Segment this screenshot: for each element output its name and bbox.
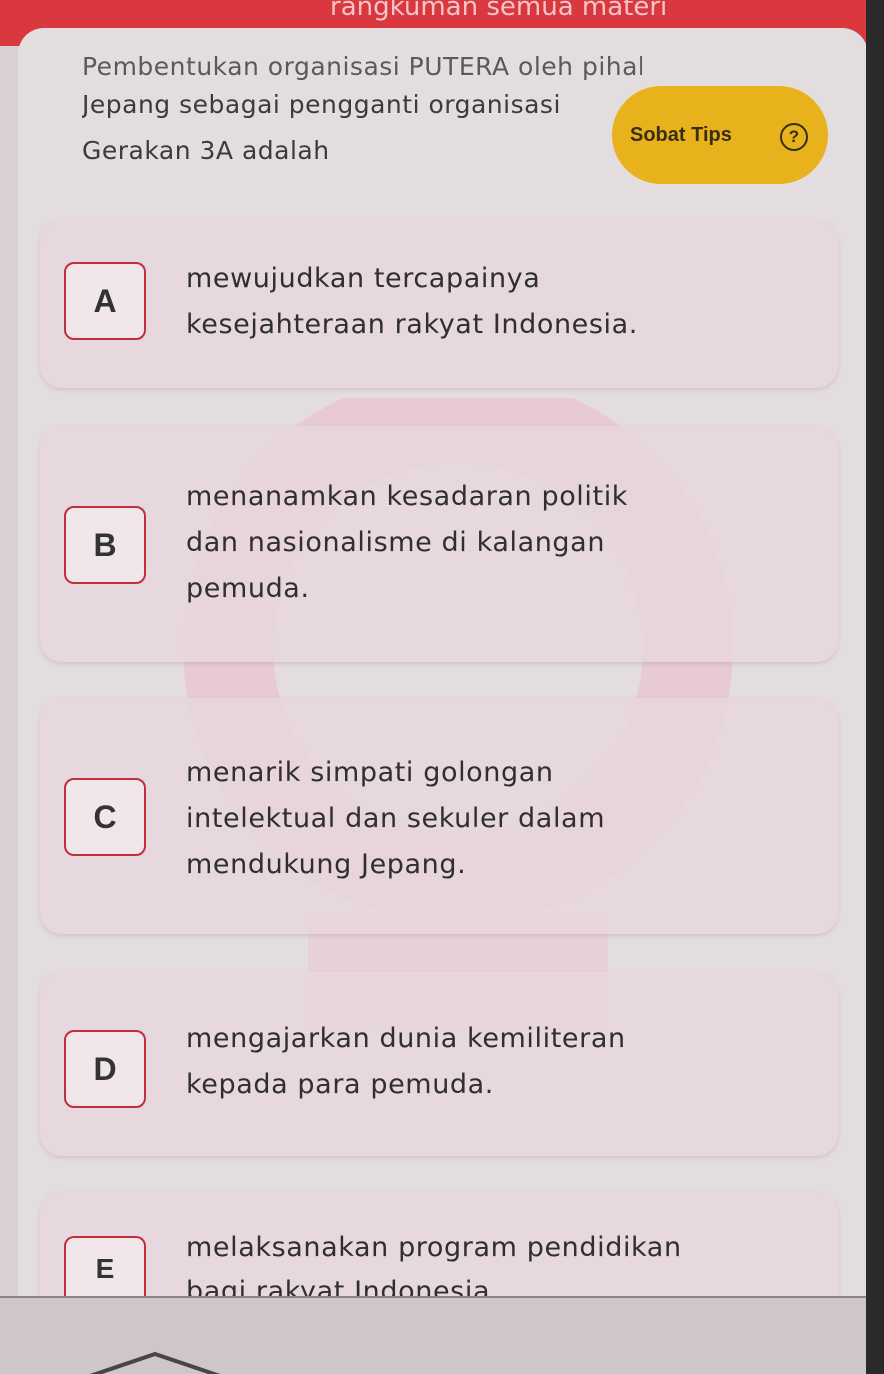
option-line: kesejahteraan rakyat Indonesia. xyxy=(186,309,638,340)
option-text-a: mewujudkan tercapainya kesejahteraan rak… xyxy=(186,256,638,348)
question-line: Pembentukan organisasi PUTERA oleh pihak xyxy=(82,52,642,81)
option-line: intelektual dan sekuler dalam xyxy=(186,803,606,834)
answer-option-e[interactable]: E melaksanakan program pendidikan bagi r… xyxy=(40,1192,838,1307)
question-text: Pembentukan organisasi PUTERA oleh pihak… xyxy=(82,52,642,174)
option-line: menanamkan kesadaran politik xyxy=(186,481,629,512)
chevron-up-icon[interactable] xyxy=(90,1348,220,1374)
answer-option-d[interactable]: D mengajarkan dunia kemiliteran kepada p… xyxy=(40,972,838,1156)
answer-option-a[interactable]: A mewujudkan tercapainya kesejahteraan r… xyxy=(40,220,838,388)
question-line: Gerakan 3A adalah xyxy=(82,136,330,165)
option-text-b: menanamkan kesadaran politik dan nasiona… xyxy=(186,474,628,612)
option-text-d: mengajarkan dunia kemiliteran kepada par… xyxy=(186,1016,626,1108)
question-panel: Pembentukan organisasi PUTERA oleh pihak… xyxy=(18,28,868,1307)
help-circle-icon: ? xyxy=(780,123,808,151)
option-letter-a: A xyxy=(64,262,146,340)
option-line: dan nasionalisme di kalangan xyxy=(186,527,606,558)
option-letter-b: B xyxy=(64,506,146,584)
screen-edge xyxy=(866,0,884,1374)
option-letter-d: D xyxy=(64,1030,146,1108)
option-letter-c: C xyxy=(64,778,146,856)
option-line: mewujudkan tercapainya xyxy=(186,263,541,294)
option-line: menarik simpati golongan xyxy=(186,757,554,788)
option-line: mendukung Jepang. xyxy=(186,849,467,880)
banner-text: rangkuman semua materi xyxy=(330,0,668,22)
option-text-c: menarik simpati golongan intelektual dan… xyxy=(186,750,605,888)
option-line: melaksanakan program pendidikan xyxy=(186,1232,682,1263)
answer-option-b[interactable]: B menanamkan kesadaran politik dan nasio… xyxy=(40,426,838,662)
option-line: mengajarkan dunia kemiliteran xyxy=(186,1023,626,1054)
option-line: kepada para pemuda. xyxy=(186,1069,494,1100)
answer-option-c[interactable]: C menarik simpati golongan intelektual d… xyxy=(40,698,838,934)
option-line: pemuda. xyxy=(186,573,310,604)
sobat-tips-button[interactable]: Sobat Tips ? xyxy=(612,86,828,184)
question-line: Jepang sebagai pengganti organisasi xyxy=(82,90,561,119)
sobat-tips-label: Sobat Tips xyxy=(630,123,732,146)
option-letter-e: E xyxy=(64,1236,146,1300)
